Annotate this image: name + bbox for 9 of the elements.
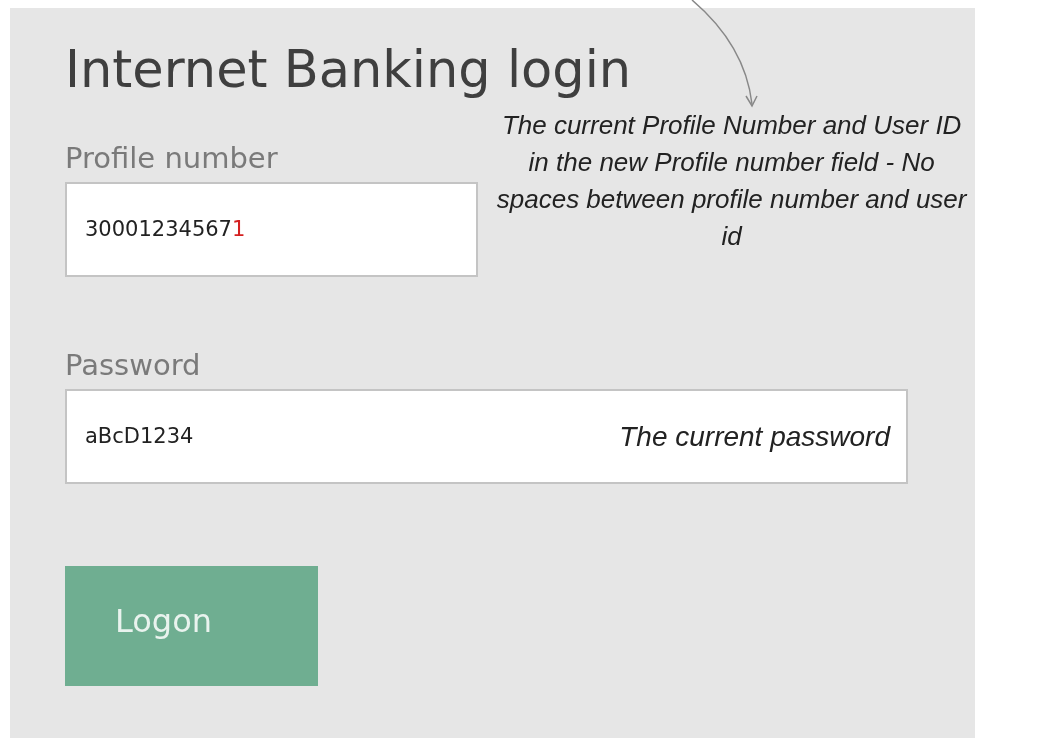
password-field[interactable]: aBcD1234 The current password xyxy=(65,389,908,485)
field-value: aBcD1234 xyxy=(85,423,194,450)
annotation-text: The current password xyxy=(619,419,890,454)
profile-number-field[interactable]: 300012345671 xyxy=(65,182,479,277)
field-value: 300012345671 xyxy=(85,215,246,243)
form-title: Internet Banking login xyxy=(65,39,632,101)
field-label: Profile number xyxy=(65,139,278,176)
annotation-text: The current Profile Number and User ID in the new Profile number field - No spaces between profile number and user id xyxy=(495,109,969,253)
field-label: Password xyxy=(65,347,201,384)
